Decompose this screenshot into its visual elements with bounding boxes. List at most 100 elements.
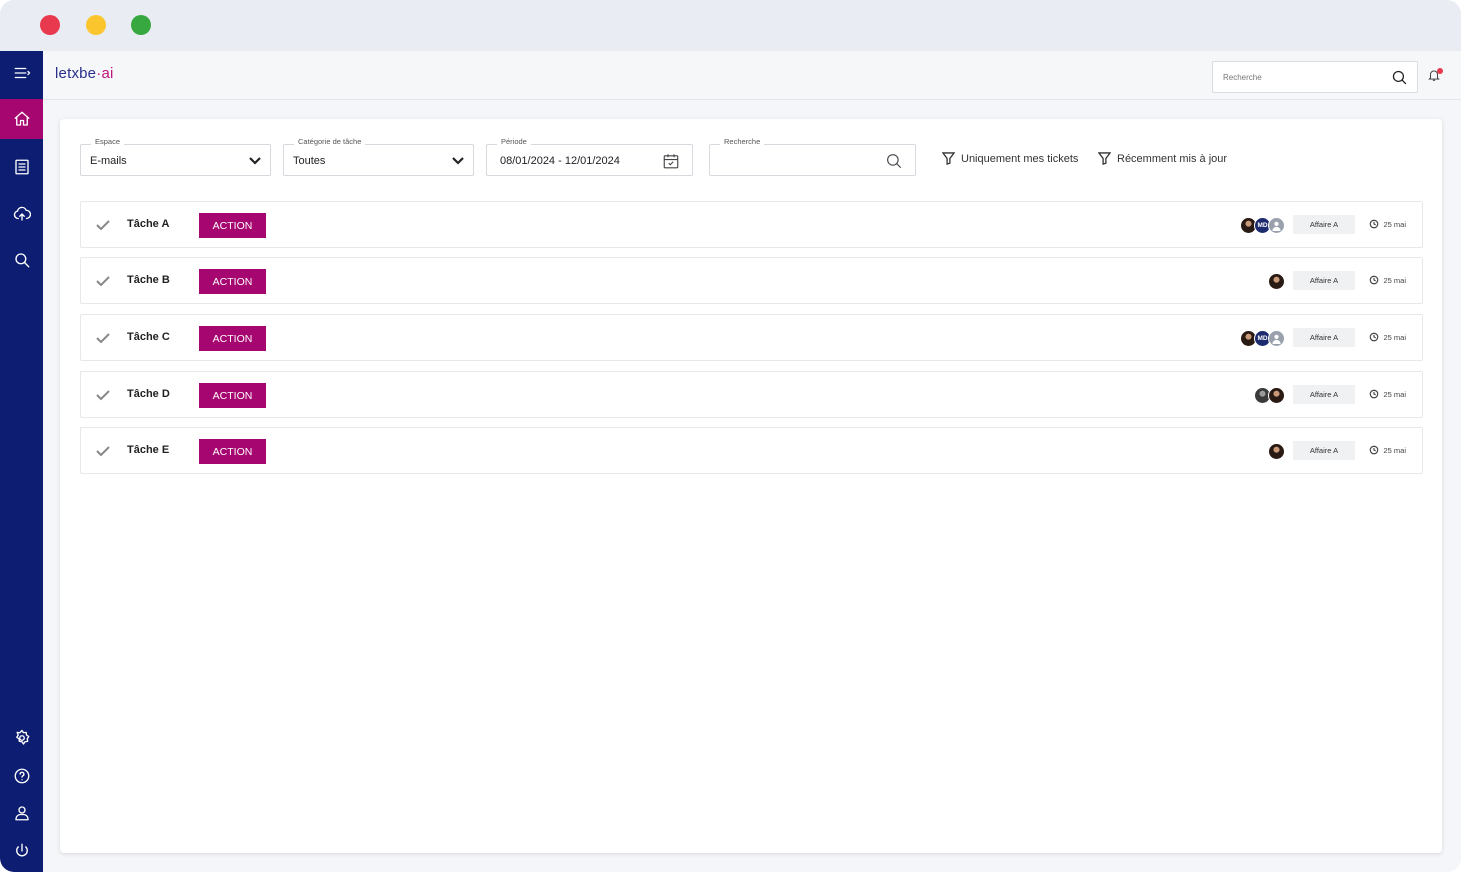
check-icon[interactable] <box>96 389 110 401</box>
notifications-button[interactable] <box>1427 68 1443 84</box>
check-icon[interactable] <box>96 275 110 287</box>
sidebar-item-home[interactable] <box>0 99 43 139</box>
help-icon <box>14 768 29 784</box>
user-icon <box>1272 221 1281 231</box>
avatar[interactable] <box>1268 387 1285 404</box>
categorie-select[interactable]: Catégorie de tâche Toutes <box>283 137 474 176</box>
task-name: Tâche D <box>127 388 170 400</box>
sidebar-item-tasks[interactable] <box>0 147 43 187</box>
filter-icon <box>942 152 955 165</box>
periode-label: Période <box>497 137 531 146</box>
app-window: letxbe·ai Recherche Espace E-mails Catég… <box>0 0 1461 872</box>
task-name: Tâche C <box>127 331 170 343</box>
task-date: 25 mai <box>1369 389 1406 399</box>
task-name: Tâche A <box>127 218 170 230</box>
task-date: 25 mai <box>1369 445 1406 455</box>
close-window-button[interactable] <box>40 15 60 35</box>
recherche-label: Recherche <box>720 137 765 146</box>
task-date: 25 mai <box>1369 332 1406 342</box>
filter-only-mine[interactable]: Uniquement mes tickets <box>942 152 1078 165</box>
periode-picker[interactable]: Période 08/01/2024 - 12/01/2024 <box>486 137 693 176</box>
sidebar-menu-toggle[interactable] <box>0 53 43 93</box>
task-tag: Affaire A <box>1293 271 1355 290</box>
sidebar-item-settings[interactable] <box>0 718 43 758</box>
gear-icon <box>15 729 29 745</box>
espace-value: E-mails <box>90 155 127 167</box>
sidebar-item-upload[interactable] <box>0 194 43 234</box>
sidebar-item-search[interactable] <box>0 240 43 280</box>
avatar[interactable] <box>1268 443 1285 460</box>
task-action-button[interactable]: ACTION <box>199 439 266 464</box>
task-tag: Affaire A <box>1293 328 1355 347</box>
filter-only-mine-label: Uniquement mes tickets <box>961 152 1079 165</box>
search-icon[interactable] <box>1391 69 1408 86</box>
task-date-value: 25 mai <box>1383 389 1406 399</box>
home-icon <box>14 111 29 126</box>
task-date-value: 25 mai <box>1383 275 1406 285</box>
task-date-value: 25 mai <box>1383 332 1406 342</box>
task-tag: Affaire A <box>1293 385 1355 404</box>
list-icon <box>14 159 29 175</box>
maximize-window-button[interactable] <box>131 15 151 35</box>
task-row[interactable]: Tâche D ACTION Affaire A 25 mai <box>80 371 1423 418</box>
sidebar <box>0 51 43 872</box>
search-icon[interactable] <box>885 152 903 170</box>
global-search-input[interactable]: Recherche <box>1212 61 1418 93</box>
filter-recent-label: Récemment mis à jour <box>1117 152 1228 165</box>
clock-icon <box>1370 389 1379 399</box>
clock-icon <box>1370 332 1379 342</box>
task-row[interactable]: Tâche E ACTION Affaire A 25 mai <box>80 427 1423 474</box>
sidebar-item-help[interactable] <box>0 756 43 796</box>
task-tag: Affaire A <box>1293 441 1355 460</box>
espace-label: Espace <box>91 137 125 146</box>
task-row[interactable]: Tâche C ACTION MD Affaire A 25 mai <box>80 314 1423 361</box>
assignee-avatars <box>1254 387 1285 404</box>
task-date: 25 mai <box>1369 219 1406 229</box>
avatar[interactable] <box>1268 330 1285 347</box>
sidebar-item-logout[interactable] <box>0 831 43 871</box>
check-icon[interactable] <box>96 332 110 344</box>
search-icon <box>14 253 29 268</box>
check-icon[interactable] <box>96 445 110 457</box>
assignee-avatars: MD <box>1240 330 1285 347</box>
task-name: Tâche B <box>127 274 170 286</box>
menu-icon <box>14 67 30 79</box>
chevron-down-icon <box>249 157 261 165</box>
assignee-avatars <box>1268 443 1285 460</box>
task-date-value: 25 mai <box>1383 445 1406 455</box>
task-date: 25 mai <box>1369 275 1406 285</box>
global-search-placeholder: Recherche <box>1223 73 1262 82</box>
task-action-button[interactable]: ACTION <box>199 269 266 294</box>
minimize-window-button[interactable] <box>86 15 106 35</box>
task-row[interactable]: Tâche B ACTION Affaire A 25 mai <box>80 257 1423 304</box>
task-name: Tâche E <box>127 444 170 456</box>
task-row[interactable]: Tâche A ACTION MD Affaire A 25 mai <box>80 201 1423 248</box>
power-icon <box>15 843 28 857</box>
categorie-value: Toutes <box>293 155 326 167</box>
clock-icon <box>1370 275 1379 285</box>
categorie-label: Catégorie de tâche <box>294 137 366 146</box>
sidebar-item-profile[interactable] <box>0 793 43 833</box>
user-icon <box>14 806 29 821</box>
task-action-button[interactable]: ACTION <box>199 326 266 351</box>
periode-value: 08/01/2024 - 12/01/2024 <box>500 155 620 167</box>
task-date-value: 25 mai <box>1383 219 1406 229</box>
app-logo[interactable]: letxbe·ai <box>55 65 114 82</box>
avatar[interactable] <box>1268 217 1285 234</box>
task-tag: Affaire A <box>1293 215 1355 234</box>
task-action-button[interactable]: ACTION <box>199 213 266 238</box>
check-icon[interactable] <box>96 219 110 231</box>
assignee-avatars <box>1268 273 1285 290</box>
top-bar: letxbe·ai Recherche <box>43 51 1461 100</box>
espace-select[interactable]: Espace E-mails <box>80 137 271 176</box>
filter-recent[interactable]: Récemment mis à jour <box>1098 152 1227 165</box>
chevron-down-icon <box>452 157 464 165</box>
calendar-icon[interactable] <box>662 152 680 170</box>
task-action-button[interactable]: ACTION <box>199 383 266 408</box>
clock-icon <box>1370 445 1379 455</box>
window-titlebar <box>0 0 1461 51</box>
cloud-upload-icon <box>13 206 31 221</box>
recherche-input[interactable]: Recherche <box>709 137 916 176</box>
main-panel: Espace E-mails Catégorie de tâche Toutes… <box>60 119 1442 853</box>
avatar[interactable] <box>1268 273 1285 290</box>
